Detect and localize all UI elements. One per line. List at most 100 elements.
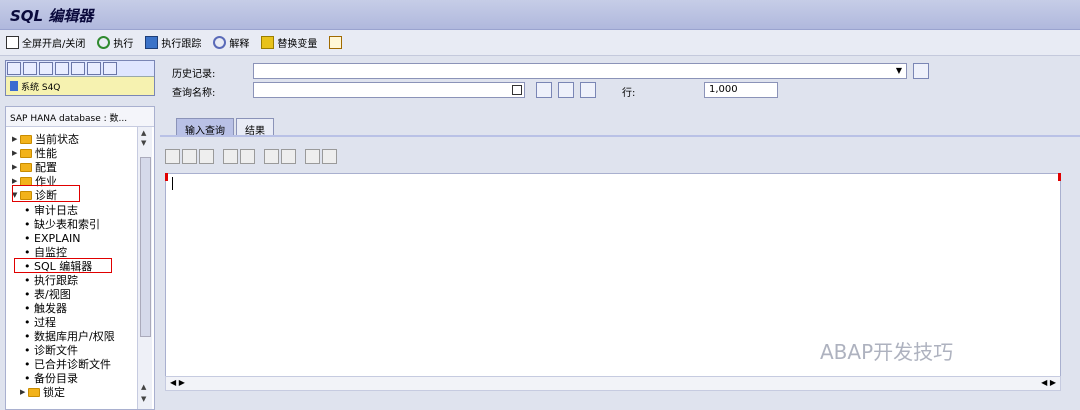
tree-leaf-self-monitor[interactable]: • 自监控 (12, 245, 67, 260)
row-count-label: 行: (622, 88, 636, 99)
history-dropdown[interactable]: ▼ (253, 63, 907, 79)
execute-label: 执行 (113, 39, 134, 50)
paste-icon[interactable] (199, 149, 214, 164)
find-next-icon[interactable] (281, 149, 296, 164)
trace-label: 执行跟踪 (161, 39, 202, 50)
system-tool-1-icon[interactable] (7, 62, 21, 75)
bullet-icon: • (24, 371, 31, 385)
bullet-icon: • (24, 203, 31, 217)
expand-arrow-icon[interactable]: ▶ (20, 388, 28, 396)
expand-arrow-icon[interactable]: ▶ (12, 149, 20, 157)
folder-icon (20, 134, 32, 144)
bullet-icon: • (24, 301, 31, 315)
system-tool-2-icon[interactable] (23, 62, 37, 75)
toolbar: 全屏开启/关闭 执行 执行跟踪 解释 替换变量 (0, 30, 1080, 56)
explain-label: 解释 (229, 39, 250, 50)
system-row[interactable]: 系统 S4Q (6, 77, 154, 95)
scroll-down-icon[interactable]: ▼ (141, 395, 146, 403)
folder-icon (20, 148, 32, 158)
tree-folder-performance[interactable]: ▶ 性能 (12, 146, 57, 160)
delete-history-icon[interactable] (913, 63, 929, 79)
tree-leaf-missing-tables[interactable]: • 缺少表和索引 (12, 217, 100, 232)
tree-leaf-tables-views[interactable]: • 表/视图 (12, 287, 71, 302)
highlight-box-diagnostics (12, 185, 80, 202)
trace-icon (145, 36, 159, 49)
system-tool-4-icon[interactable] (55, 62, 69, 75)
expand-arrow-icon[interactable]: ▶ (12, 135, 20, 143)
tree-vertical-scrollbar[interactable]: ▲ ▼ ▲ ▼ (137, 127, 152, 409)
expand-arrow-icon[interactable]: ▶ (12, 163, 20, 171)
tree-folder-current-status[interactable]: ▶ 当前状态 (12, 132, 79, 146)
text-cursor (172, 177, 173, 190)
fullscreen-icon (6, 36, 19, 49)
scroll-right-icon[interactable]: ◀ ▶ (1041, 378, 1056, 387)
tree-leaf-explain[interactable]: • EXPLAIN (12, 231, 81, 245)
scroll-down-icon[interactable]: ▼ (141, 139, 146, 147)
export-icon[interactable] (322, 149, 337, 164)
tree-leaf-exec-trace[interactable]: • 执行跟踪 (12, 273, 78, 288)
bullet-icon: • (24, 245, 31, 259)
tree-leaf-db-users[interactable]: • 数据库用户/权限 (12, 329, 115, 344)
import-icon[interactable] (305, 149, 320, 164)
scroll-up-icon[interactable]: ▲ (141, 383, 146, 391)
corner-marker (1058, 173, 1061, 181)
system-box: 系统 S4Q (5, 60, 155, 96)
scroll-left-icon[interactable]: ◀ ▶ (170, 378, 185, 387)
undo-icon[interactable] (223, 149, 238, 164)
replace-variables-button[interactable]: 替换变量 (261, 35, 317, 50)
tree-item-label: EXPLAIN (34, 231, 81, 245)
editor-horizontal-scrollbar[interactable]: ◀ ▶ ◀ ▶ (165, 376, 1061, 391)
window-title: SQL 编辑器 (10, 7, 94, 25)
watermark: ABAP开发技巧 (820, 340, 954, 364)
execute-trace-button[interactable]: 执行跟踪 (145, 35, 201, 50)
query-name-input[interactable] (253, 82, 525, 98)
bullet-icon: • (24, 329, 31, 343)
tree-folder-configuration[interactable]: ▶ 配置 (12, 160, 57, 174)
document-icon (329, 36, 343, 49)
tab-results[interactable]: 结果 (236, 118, 274, 137)
extra-tool-button[interactable] (329, 36, 345, 49)
system-label: 系统 S4Q (21, 82, 61, 93)
value-help-icon[interactable] (512, 85, 522, 95)
query-form: 历史记录: ▼ 查询名称: 行: 1,000 (160, 60, 1080, 102)
system-tool-6-icon[interactable] (87, 62, 101, 75)
tree-leaf-triggers[interactable]: • 触发器 (12, 301, 67, 316)
favorite-query-icon[interactable] (580, 82, 596, 98)
replace-icon (261, 36, 275, 49)
tab-input-query[interactable]: 输入查询 (176, 118, 234, 137)
find-icon[interactable] (264, 149, 279, 164)
redo-icon[interactable] (240, 149, 255, 164)
bullet-icon: • (24, 273, 31, 287)
row-count-input[interactable]: 1,000 (704, 82, 778, 98)
system-tool-5-icon[interactable] (71, 62, 85, 75)
execute-button[interactable]: 执行 (97, 35, 133, 50)
save-query-icon[interactable] (558, 82, 574, 98)
cut-icon[interactable] (165, 149, 180, 164)
folder-icon (28, 387, 40, 397)
highlight-box-sql-editor (14, 258, 112, 273)
bullet-icon: • (24, 217, 31, 231)
scroll-up-icon[interactable]: ▲ (141, 129, 146, 137)
explain-button[interactable]: 解释 (213, 35, 249, 50)
bullet-icon: • (24, 315, 31, 329)
tree-leaf-backup-catalog[interactable]: • 备份目录 (12, 371, 78, 386)
tree-folder-locks[interactable]: ▶ 锁定 (20, 385, 65, 399)
fullscreen-label: 全屏开启/关闭 (22, 39, 86, 50)
expand-arrow-icon[interactable]: ▶ (12, 177, 20, 185)
tree-leaf-diag-files[interactable]: • 诊断文件 (12, 343, 78, 358)
tab-bar: 输入查询 结果 (160, 110, 1080, 137)
copy-icon[interactable] (182, 149, 197, 164)
navigation-tree: SAP HANA database : 数... ▶ 当前状态 ▶ 性能 ▶ 配… (5, 106, 155, 410)
system-icon (10, 81, 18, 91)
folder-icon (20, 162, 32, 172)
dropdown-arrow-icon[interactable]: ▼ (896, 64, 902, 78)
scroll-thumb[interactable] (140, 157, 151, 337)
editor-toolbar (165, 149, 337, 167)
system-tool-3-icon[interactable] (39, 62, 53, 75)
tree-leaf-audit-log[interactable]: • 审计日志 (12, 203, 78, 218)
fullscreen-toggle-button[interactable]: 全屏开启/关闭 (6, 35, 85, 50)
tree-leaf-procedures[interactable]: • 过程 (12, 315, 56, 330)
load-query-icon[interactable] (536, 82, 552, 98)
system-tool-7-icon[interactable] (103, 62, 117, 75)
tree-leaf-merged-diag-files[interactable]: • 已合并诊断文件 (12, 357, 111, 372)
